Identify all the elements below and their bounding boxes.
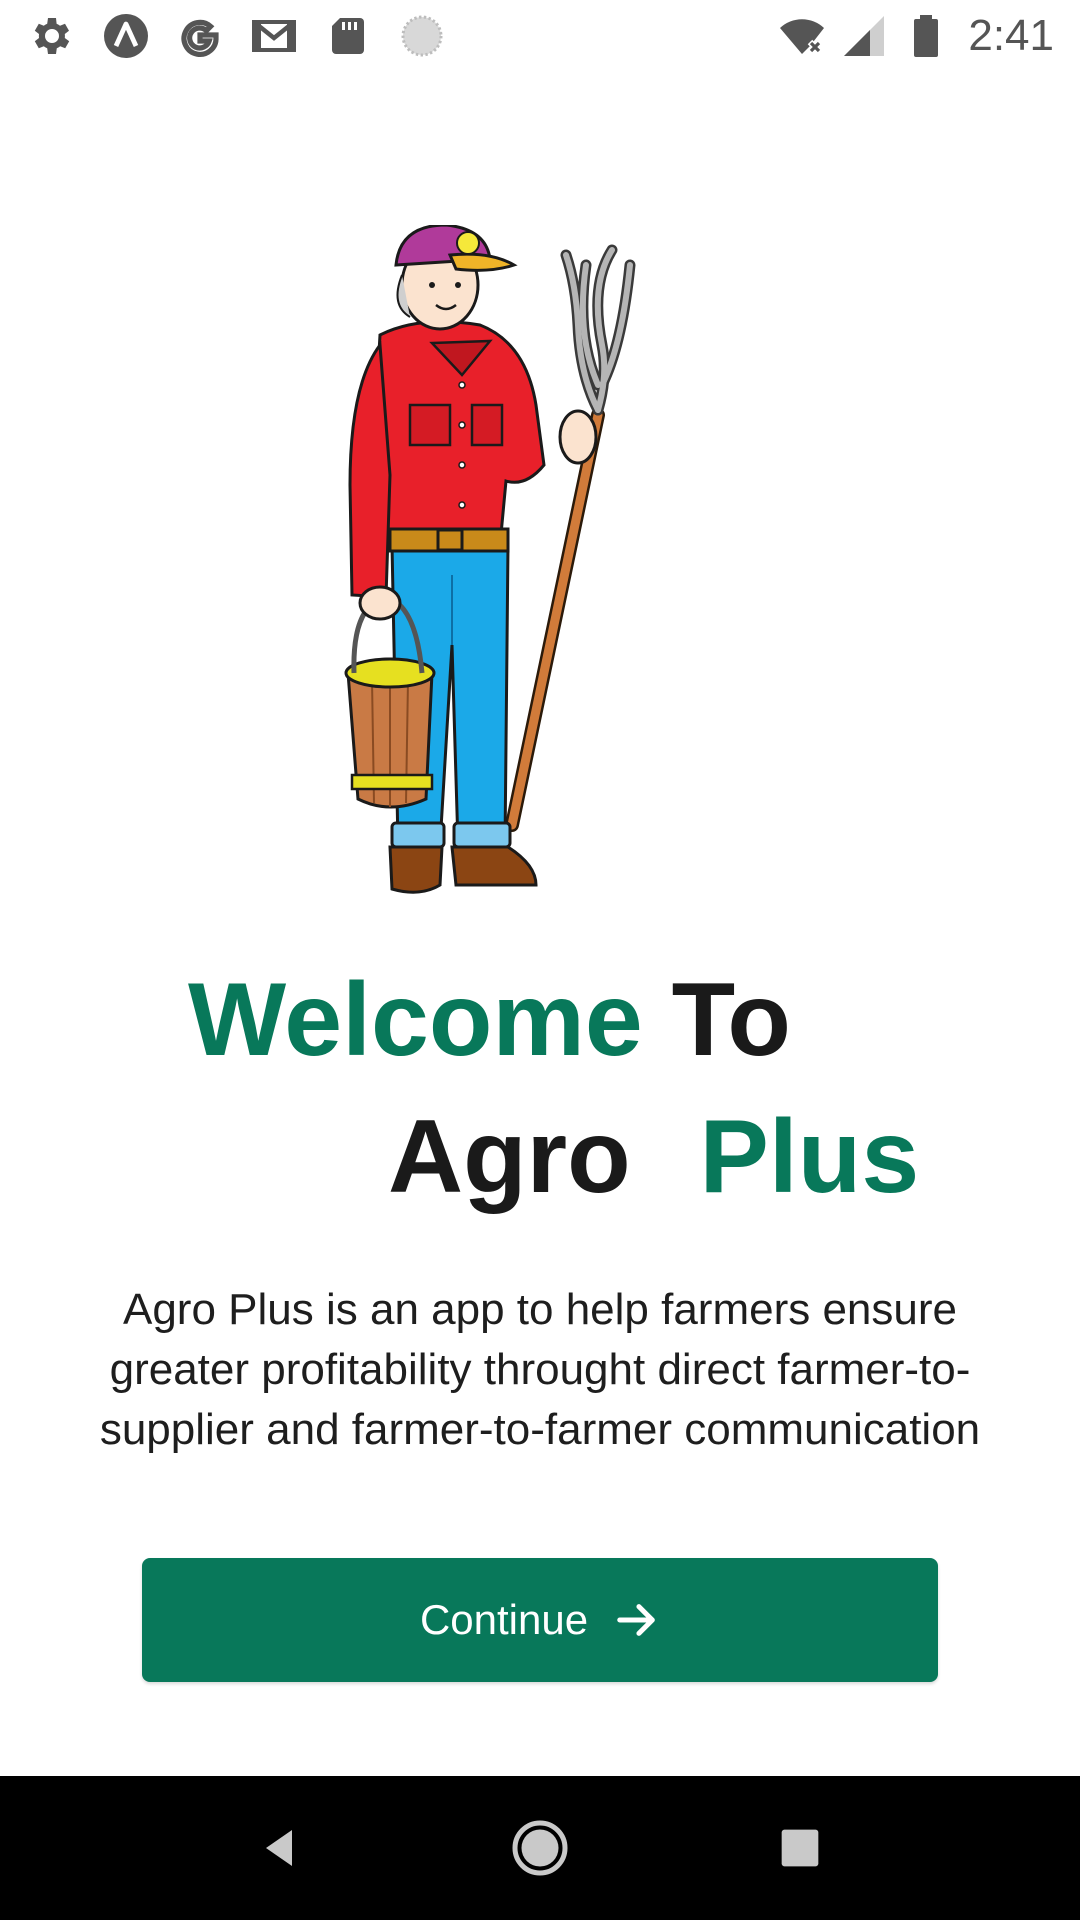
title-plus: Plus <box>699 1099 920 1215</box>
signal-icon <box>844 16 885 56</box>
loading-icon <box>401 15 443 57</box>
continue-button-label: Continue <box>419 1596 589 1643</box>
title-welcome: Welcome <box>188 962 643 1078</box>
back-button[interactable] <box>244 1812 316 1884</box>
home-icon <box>512 1820 568 1876</box>
continue-button[interactable]: Continue <box>142 1558 938 1682</box>
sd-card-icon <box>332 18 364 54</box>
gmail-icon <box>252 20 296 52</box>
status-left-icons <box>28 12 472 60</box>
navigation-bar <box>0 1776 1080 1920</box>
recents-button[interactable] <box>764 1812 836 1884</box>
wifi-off-icon <box>780 19 825 55</box>
status-bar: 2:41 <box>0 0 1080 72</box>
title-to: To <box>671 962 791 1078</box>
app-a-icon <box>104 14 148 58</box>
battery-icon <box>914 15 939 57</box>
google-icon <box>181 19 219 57</box>
arrow-right-icon <box>617 1604 655 1636</box>
status-right-icons: 2:41 <box>764 11 1054 61</box>
title-agro: Agro <box>388 1099 631 1215</box>
settings-icon <box>34 18 70 54</box>
recents-icon <box>781 1829 819 1867</box>
clock: 2:41 <box>968 11 1054 60</box>
app-description: Agro Plus is an app to help farmers ensu… <box>99 1285 981 1454</box>
home-button[interactable] <box>504 1812 576 1884</box>
farmer-illustration <box>344 225 636 894</box>
title-line-1: Welcome To <box>188 968 791 1072</box>
title-line-2: Agro Plus <box>388 1105 919 1209</box>
back-icon <box>266 1830 292 1866</box>
